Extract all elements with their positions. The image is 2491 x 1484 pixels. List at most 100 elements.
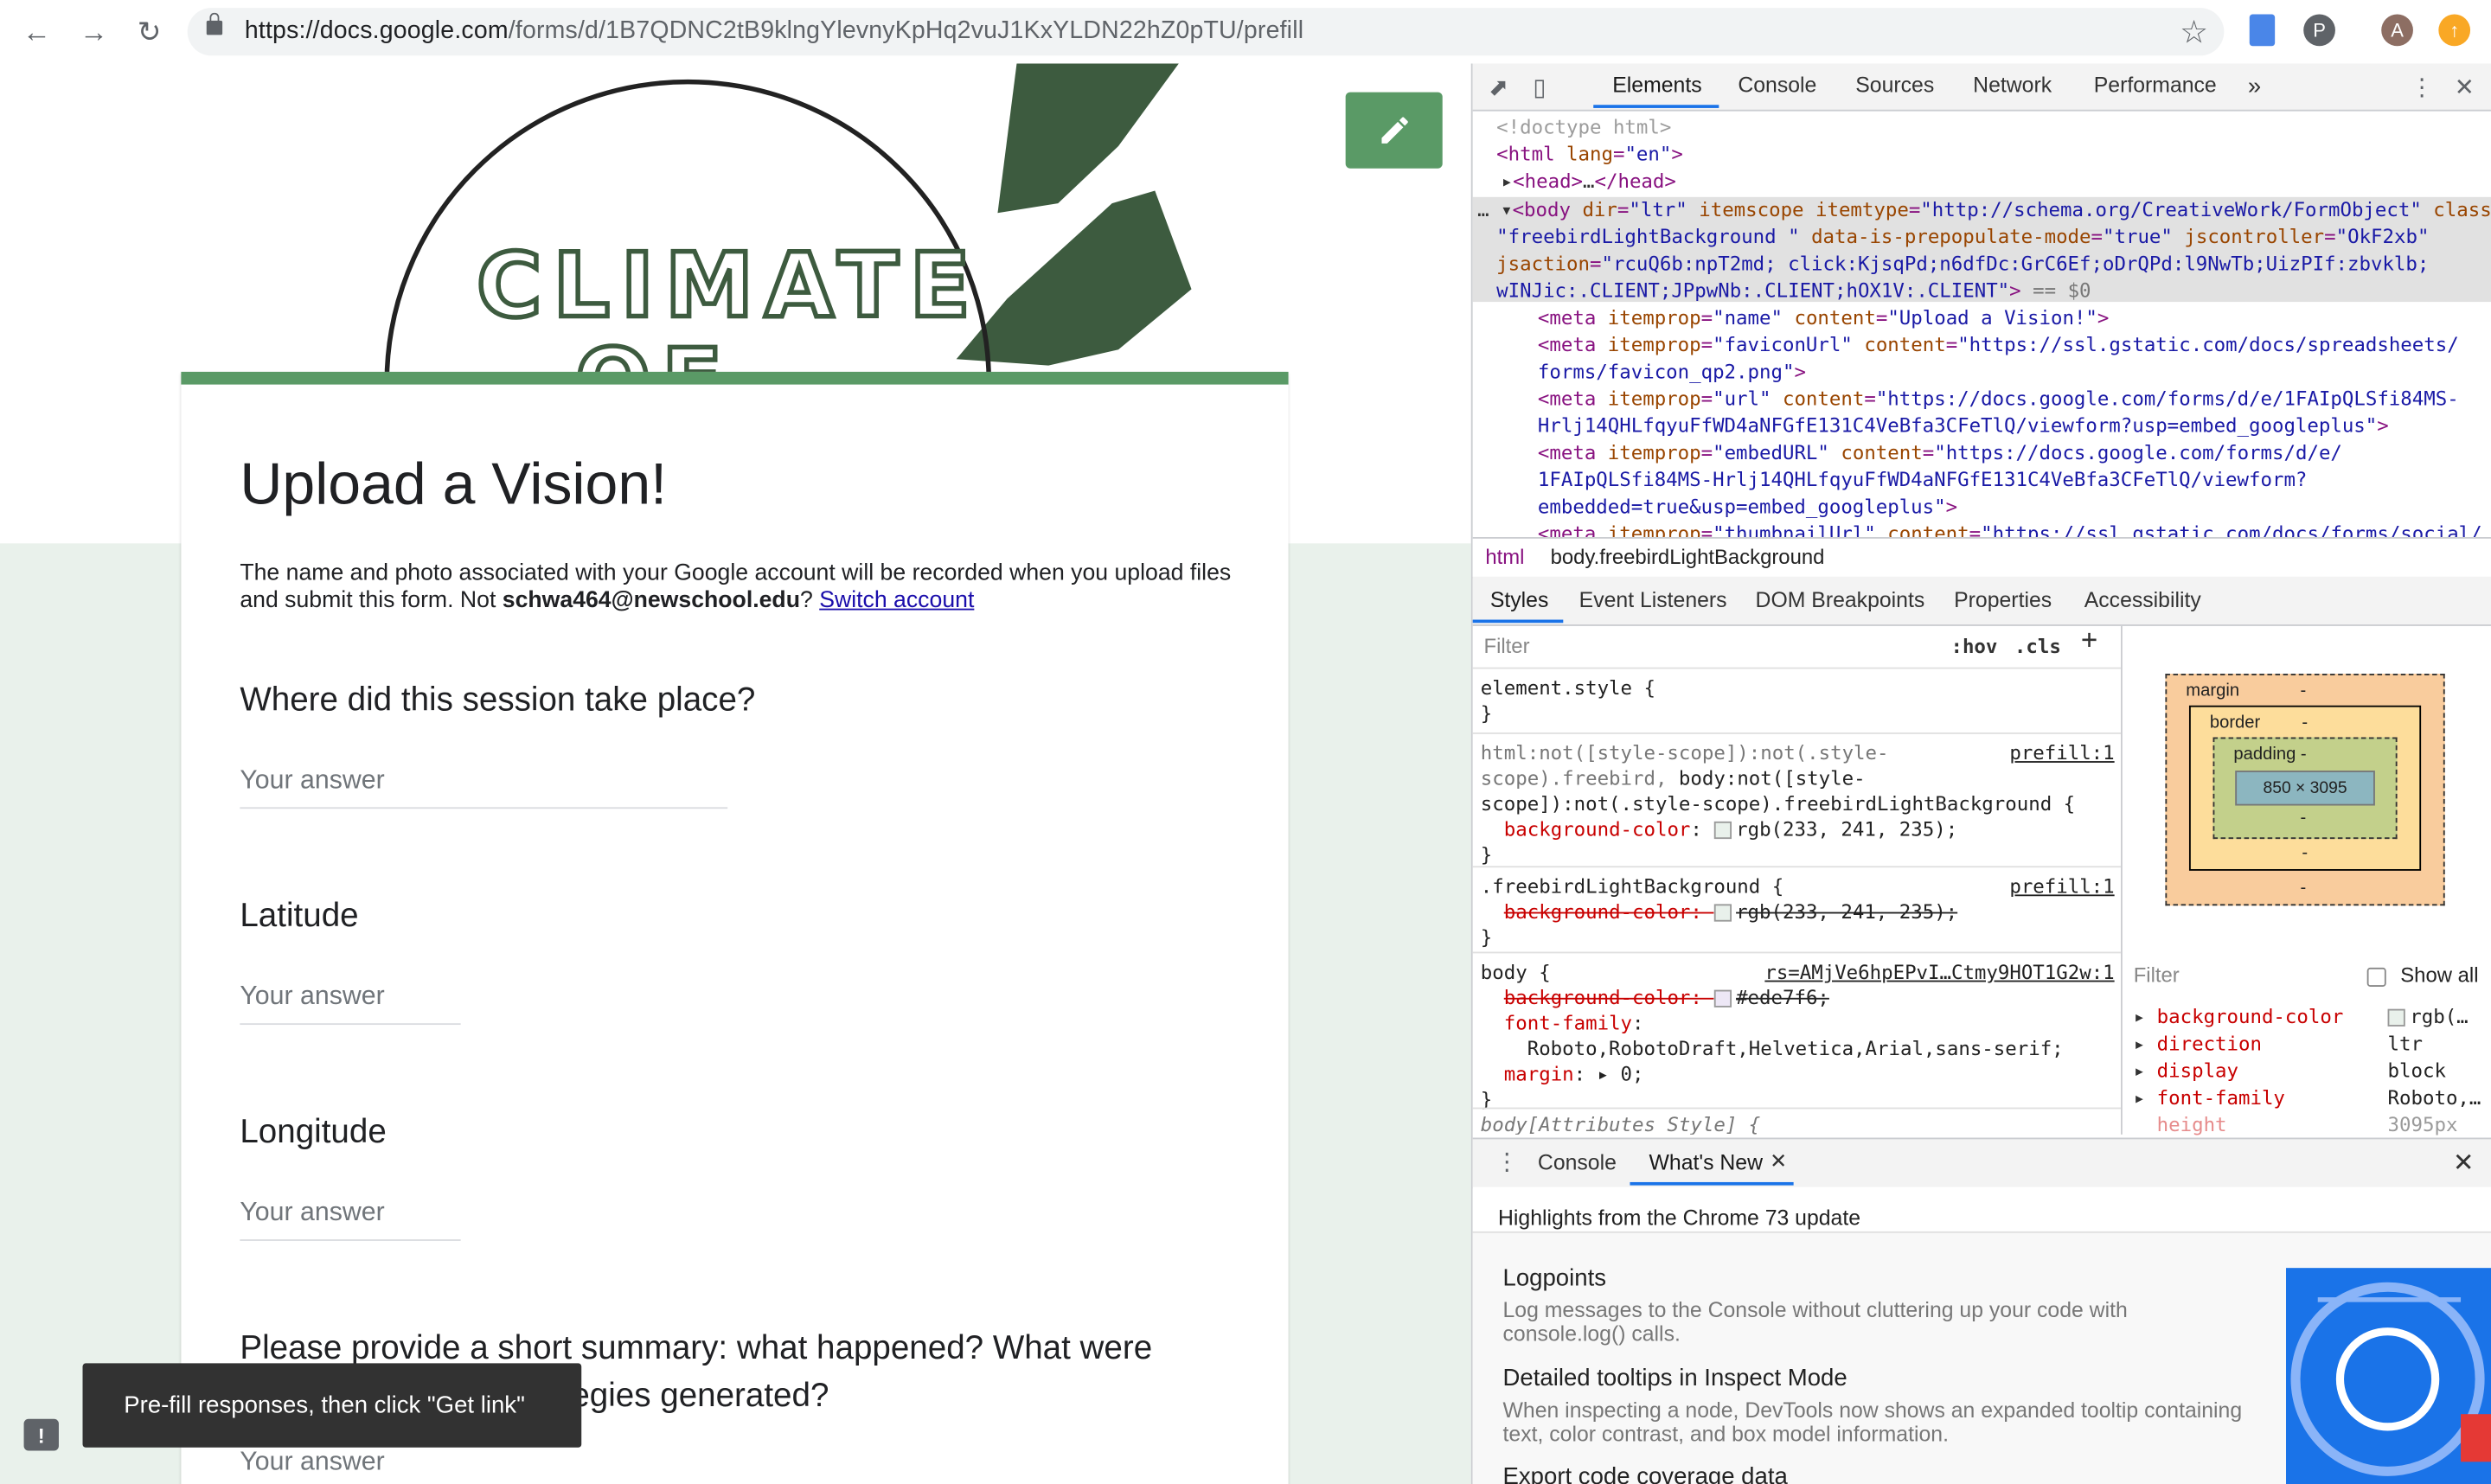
inspect-element-icon[interactable]: ⬈ — [1489, 74, 1508, 101]
computed-pane: Filter Show all ▸ background-color rgb(… … — [2123, 953, 2491, 1136]
switch-account-link[interactable]: Switch account — [819, 587, 974, 612]
computed-prop: direction — [2156, 1033, 2262, 1055]
computed-row[interactable]: ▸ direction ltr — [2134, 1033, 2423, 1055]
computed-row[interactable]: ▸ display block — [2134, 1059, 2446, 1082]
breadcrumb-body[interactable]: body.freebirdLightBackground — [1551, 545, 1825, 569]
hov-toggle[interactable]: :hov — [1950, 634, 1997, 659]
address-bar[interactable]: https://docs.google.com/forms/d/1B7QDNC2… — [187, 8, 2225, 56]
computed-value: ltr — [2387, 1033, 2423, 1055]
close-drawer-icon[interactable]: ✕ — [2453, 1148, 2475, 1180]
new-rule-icon[interactable]: + — [2081, 627, 2097, 654]
border-top-value: - — [2302, 713, 2308, 732]
bookmark-star-icon[interactable]: ☆ — [2180, 13, 2208, 53]
rule-element-style[interactable]: element.style { } — [1481, 675, 1655, 726]
computed-row[interactable]: height 3095px — [2134, 1114, 2458, 1136]
rule-freebird-light[interactable]: .freebirdLightBackground { background-co… — [1481, 874, 1957, 950]
feature-description: When inspecting a node, DevTools now sho… — [1502, 1398, 2243, 1446]
node-meta-url[interactable]: <meta itemprop="url" content="https://do… — [1538, 386, 2459, 413]
feedback-icon[interactable]: ! — [23, 1418, 59, 1451]
pinterest-extension-icon[interactable]: P — [2303, 14, 2335, 47]
close-whats-new-icon[interactable]: ✕ — [1770, 1148, 1787, 1174]
device-toolbar-icon[interactable]: ▯ — [1533, 74, 1546, 101]
forward-icon[interactable]: → — [74, 13, 112, 51]
box-model-padding: padding - 850 × 3095 - — [2212, 737, 2398, 840]
node-meta-embed[interactable]: <meta itemprop="embedURL" content="https… — [1538, 440, 2342, 467]
tab-elements[interactable]: Elements — [1612, 74, 1701, 98]
back-icon[interactable]: ← — [17, 13, 55, 51]
chrome-logo-graphic — [2290, 1282, 2491, 1476]
chrome-update-graphic — [2286, 1268, 2491, 1484]
source-link-prefill-2[interactable]: prefill:1 — [2009, 874, 2114, 899]
node-html[interactable]: <html lang="en"> — [1496, 142, 1683, 169]
computed-prop: font-family — [2156, 1086, 2285, 1110]
url-path: /forms/d/1B7QDNC2tB9klngYlevnyKpHq2vuJ1K… — [508, 17, 1304, 45]
question-longitude: Longitude — [240, 1113, 387, 1151]
styles-pane: Filter :hov .cls + element.style { } htm… — [1472, 625, 2123, 1135]
styles-tab-indicator — [1472, 619, 1564, 624]
tab-properties[interactable]: Properties — [1954, 588, 2052, 612]
whats-new-panel: Highlights from the Chrome 73 update Log… — [1472, 1187, 2491, 1484]
box-model-border: border - padding - 850 × 3095 - - — [2188, 705, 2422, 871]
url-text[interactable]: https://docs.google.com/forms/d/1B7QDNC2… — [245, 17, 1303, 46]
summary-input[interactable]: Your answer — [240, 1448, 716, 1484]
drawer-tab-whats-new[interactable]: What's New — [1649, 1150, 1762, 1174]
node-head[interactable]: ▸<head>…</head> — [1502, 169, 1676, 195]
tab-accessibility[interactable]: Accessibility — [2084, 588, 2201, 612]
update-icon[interactable]: ↑ — [2438, 14, 2471, 47]
account-email: schwa464@newschool.edu — [502, 586, 800, 613]
tab-event-listeners[interactable]: Event Listeners — [1579, 588, 1727, 612]
box-model-border-label: border — [2209, 713, 2261, 732]
tab-network[interactable]: Network — [1973, 74, 2052, 98]
feature-title: Export code coverage data — [1502, 1463, 1788, 1484]
tab-dom-breakpoints[interactable]: DOM Breakpoints — [1756, 588, 1925, 612]
show-all-label: Show all — [2400, 963, 2479, 987]
box-model-content[interactable]: 850 × 3095 — [2235, 771, 2375, 806]
reload-icon[interactable]: ↻ — [131, 13, 169, 51]
docs-extension-icon[interactable] — [2249, 14, 2276, 47]
computed-filter-input[interactable]: Filter — [2134, 963, 2180, 987]
whats-new-body: Logpoints Log messages to the Console wi… — [1472, 1231, 2491, 1484]
feature-description: Log messages to the Console without clut… — [1502, 1298, 2128, 1346]
more-tabs-icon[interactable]: » — [2248, 74, 2261, 100]
longitude-input[interactable]: Your answer — [240, 1198, 461, 1241]
computed-value-text: rgb(… — [2410, 1006, 2469, 1028]
edit-form-button[interactable] — [1345, 92, 1443, 169]
question-summary: Please provide a short summary: what hap… — [240, 1329, 1153, 1367]
form-title: Upload a Vision! — [240, 451, 668, 517]
computed-value: rgb(… — [2387, 1006, 2469, 1028]
tab-performance[interactable]: Performance — [2094, 74, 2217, 98]
border-bottom-value: - — [2302, 843, 2308, 863]
tab-console[interactable]: Console — [1738, 74, 1816, 98]
source-link-prefill-1[interactable]: prefill:1 — [2009, 740, 2114, 765]
tab-styles[interactable]: Styles — [1490, 588, 1549, 612]
node-doctype[interactable]: <!doctype html> — [1496, 114, 1671, 141]
node-body-line4: wINJic:.CLIENT;JPpwNb:.CLIENT;hOX1V:.CLI… — [1496, 279, 2091, 303]
question-session-location: Where did this session take place? — [240, 681, 756, 719]
feature-title: Detailed tooltips in Inspect Mode — [1502, 1365, 1847, 1392]
breadcrumb-html[interactable]: html — [1485, 545, 1524, 569]
node-meta-embed-line2: 1FAIpQLSfi84MS-Hrlj14QHLfqyuFfWD4aNFGfE1… — [1537, 469, 2308, 491]
node-meta-favicon[interactable]: <meta itemprop="faviconUrl" content="htt… — [1538, 332, 2459, 359]
computed-row[interactable]: ▸ font-family Roboto,… — [2134, 1086, 2481, 1110]
active-tab-indicator — [1593, 105, 1719, 108]
cls-toggle[interactable]: .cls — [2014, 634, 2061, 659]
close-devtools-icon[interactable]: ✕ — [2455, 74, 2475, 101]
drawer-tab-indicator — [1630, 1181, 1794, 1186]
styles-filter-input[interactable]: Filter — [1483, 634, 1529, 659]
node-meta-thumbnail[interactable]: <meta itemprop="thumbnailUrl" content="h… — [1538, 521, 2482, 537]
session-location-input[interactable]: Your answer — [240, 766, 728, 809]
tab-sources[interactable]: Sources — [1855, 74, 1934, 98]
elements-tree: <!doctype html> <html lang="en"> ▸<head>… — [1472, 112, 2491, 537]
node-meta-name[interactable]: <meta itemprop="name" content="Upload a … — [1538, 305, 2109, 332]
source-link-rs[interactable]: rs=AMjVe6hpEPvI…Ctmy9HOT1G2w:1 — [1764, 960, 2114, 985]
rule-body-attributes[interactable]: body[Attributes Style] { — [1481, 1112, 1760, 1135]
rule-freebird-html[interactable]: html:not([style-scope]):not(.style- scop… — [1481, 740, 2075, 867]
drawer-menu-icon[interactable]: ⋮ — [1495, 1148, 1519, 1175]
profile-avatar[interactable]: A — [2381, 14, 2413, 47]
devtools-menu-icon[interactable]: ⋮ — [2410, 74, 2434, 101]
drawer-tab-console[interactable]: Console — [1538, 1150, 1617, 1174]
latitude-input[interactable]: Your answer — [240, 982, 461, 1026]
computed-row[interactable]: ▸ background-color rgb(… — [2134, 1006, 2469, 1028]
show-all-checkbox[interactable] — [2366, 967, 2386, 987]
node-body[interactable]: … ▾<body dir="ltr" itemscope itemtype="h… — [1477, 197, 2491, 224]
